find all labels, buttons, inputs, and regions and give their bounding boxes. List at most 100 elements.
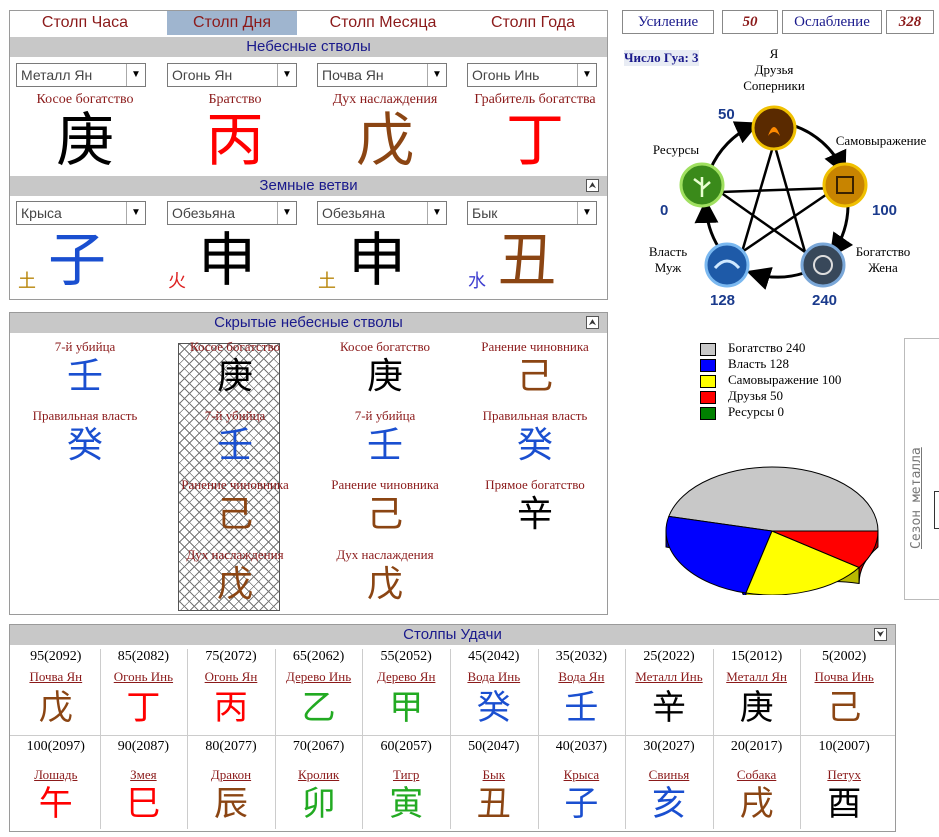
luck-stem-name: Почва Инь	[814, 669, 874, 684]
luck-divider	[712, 649, 714, 829]
luck-stem-year: 25(2022)	[643, 649, 695, 664]
luck-stem-year: 65(2062)	[292, 649, 345, 664]
loss-value: 328	[886, 10, 934, 34]
hidden-stem-label: Ранение чиновника	[181, 477, 289, 492]
luck-branch-year: 90(2087)	[117, 739, 170, 754]
hidden-stem-hanzi: 壬	[66, 356, 103, 397]
hidden-stem-hanzi: 己	[516, 356, 553, 397]
luck-branch-name: Тигр	[392, 767, 420, 782]
luck-stem-hanzi: 壬	[564, 688, 599, 728]
year-stem-select[interactable]: Огонь Инь ▼	[467, 63, 597, 87]
chevron-down-icon: ▼	[277, 202, 296, 224]
luck-stem-year: 15(2012)	[730, 649, 783, 664]
day-branch-hanzi: 申	[197, 226, 256, 294]
luck-divider	[362, 649, 364, 829]
expand-icon[interactable]: ⮟	[874, 628, 887, 641]
luck-pillars-bar: Столпы Удачи ⮟	[10, 625, 895, 645]
month-branch-hanzi: 申	[347, 226, 406, 294]
month-stem-select[interactable]: Почва Ян ▼	[317, 63, 447, 87]
luck-stem-hanzi: 丁	[126, 688, 161, 728]
luck-branch-year: 20(2017)	[730, 739, 783, 754]
luck-stem-name: Дерево Ян	[376, 669, 436, 684]
luck-branch-hanzi: 子	[564, 784, 599, 824]
day-stem-select[interactable]: Огонь Ян ▼	[167, 63, 297, 87]
luck-branch-hanzi: 寅	[389, 784, 424, 824]
earth-icon	[822, 162, 868, 208]
luck-branch-name: Свинья	[648, 767, 690, 782]
header-month-pillar[interactable]: Столп Месяца	[308, 11, 458, 35]
luck-stem-year: 35(2032)	[555, 649, 608, 664]
chevron-down-icon: ▼	[126, 64, 145, 86]
luck-stem-year: 95(2092)	[30, 649, 82, 664]
header-year-pillar[interactable]: Столп Года	[458, 11, 608, 35]
year-branch-select-value: Бык	[472, 205, 498, 221]
luck-stem-year: 75(2072)	[205, 649, 257, 664]
earthly-branches-title: Земные ветви	[259, 177, 358, 194]
wheel-power-label: Власть Муж	[648, 244, 688, 275]
hour-branch-hanzi: 子	[47, 226, 106, 294]
luck-branch-year: 40(2037)	[555, 739, 608, 754]
chevron-down-icon: ▼	[277, 64, 296, 86]
chevron-down-icon: ▼	[577, 202, 596, 224]
earthly-branches-bar: Земные ветви ⮝	[10, 176, 607, 196]
collapse-icon[interactable]: ⮝	[586, 179, 599, 192]
day-branch-select-value: Обезьяна	[172, 205, 236, 221]
day-branch-select[interactable]: Обезьяна ▼	[167, 201, 297, 225]
hidden-stem-label: Ранение чиновника	[331, 477, 439, 492]
gain-label: Усиление	[622, 10, 714, 34]
luck-stem-year: 5(2002)	[822, 649, 867, 664]
hidden-stem-label: Прямое богатство	[485, 477, 585, 492]
hidden-stem-hanzi: 己	[366, 494, 403, 535]
year-branch-element: 水	[468, 271, 486, 292]
metal-icon	[800, 242, 846, 288]
hidden-stem-label: Ранение чиновника	[481, 339, 589, 354]
luck-branch-hanzi: 辰	[213, 784, 248, 824]
chevron-down-icon: ▼	[577, 64, 596, 86]
five-elements-wheel: Я Друзья Соперники Самовыражение Богатст…	[612, 40, 939, 315]
year-stem-hanzi: 丁	[505, 106, 564, 174]
year-branch-select[interactable]: Бык ▼	[467, 201, 597, 225]
luck-stem-year: 55(2052)	[380, 649, 432, 664]
hidden-stem-label: 7-й убийца	[354, 408, 416, 423]
month-branch-select[interactable]: Обезьяна ▼	[317, 201, 447, 225]
month-branch-select-value: Обезьяна	[322, 205, 386, 221]
luck-branch-name: Змея	[130, 767, 157, 782]
balance-chart: Богатство 240 Власть 128 Самовыражение 100…	[660, 335, 890, 595]
luck-stem-hanzi: 戊	[38, 688, 73, 728]
hidden-stem-hanzi: 庚	[216, 356, 253, 397]
luck-stem-hanzi: 乙	[301, 688, 336, 728]
hidden-stem-hanzi: 癸	[516, 425, 553, 466]
hidden-stems-bar: Скрытые небесные стволы ⮝	[10, 313, 607, 333]
luck-divider	[625, 649, 627, 829]
heavenly-stems-title: Небесные стволы	[246, 38, 371, 55]
day-stem-select-value: Огонь Ян	[172, 67, 233, 83]
luck-branch-year: 60(2057)	[380, 739, 432, 754]
hidden-stem-hanzi: 癸	[66, 425, 103, 466]
hidden-stem-hanzi: 壬	[216, 425, 253, 466]
luck-stem-name: Металл Инь	[635, 669, 703, 684]
collapse-icon[interactable]: ⮝	[586, 316, 599, 329]
hidden-stem-label: Косое богатство	[339, 339, 431, 354]
hour-branch-select[interactable]: Крыса ▼	[16, 201, 146, 225]
year-branch-hanzi: 丑	[497, 226, 556, 294]
luck-branch-year: 100(2097)	[26, 739, 85, 754]
luck-pillars-title: Столпы Удачи	[403, 626, 502, 643]
hidden-stems-panel: Скрытые небесные стволы ⮝ 7-й убийца 壬 Пра…	[9, 312, 608, 615]
hidden-stem-hanzi: 己	[216, 494, 253, 535]
luck-divider	[800, 649, 802, 829]
water-icon	[704, 242, 750, 288]
luck-branch-year: 70(2067)	[292, 739, 345, 754]
header-day-pillar[interactable]: Столп Дня	[167, 11, 297, 35]
luck-branch-year: 80(2077)	[205, 739, 257, 754]
luck-branch-name: Кролик	[297, 767, 340, 782]
hidden-stem-label: Косое богатство	[189, 339, 281, 354]
luck-branch-name: Дракон	[210, 767, 252, 782]
luck-pillars-panel: Столпы Удачи ⮟ 95(2092) Почва Ян 戊 100(2097…	[9, 624, 896, 832]
header-hour-pillar[interactable]: Столп Часа	[10, 11, 160, 35]
luck-branch-year: 10(2007)	[818, 739, 870, 754]
luck-branch-name: Петух	[827, 767, 862, 782]
loss-label: Ослабление	[782, 10, 882, 34]
wheel-resources-label: Ресурсы	[652, 142, 700, 157]
luck-stem-name: Вода Ян	[558, 669, 605, 684]
hour-stem-select[interactable]: Металл Ян ▼	[16, 63, 146, 87]
